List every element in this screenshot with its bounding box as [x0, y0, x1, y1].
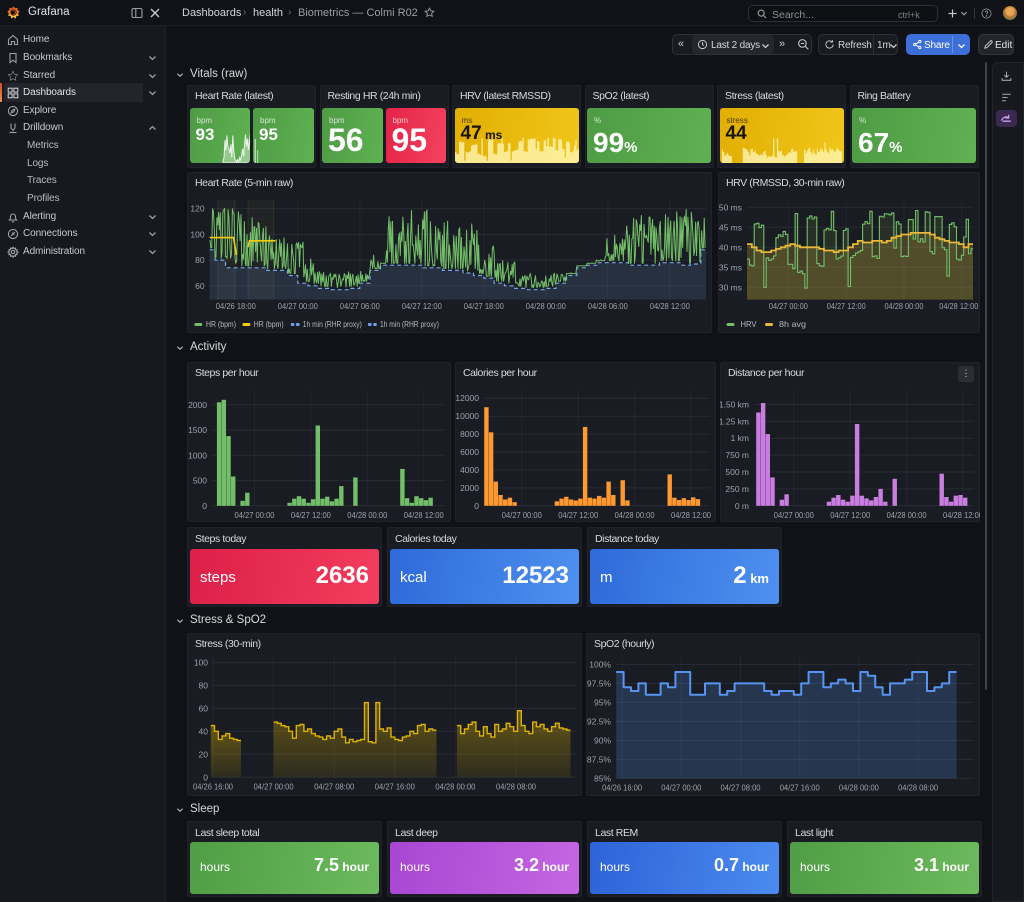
- svg-text:04/28 08:00: 04/28 08:00: [496, 781, 536, 791]
- svg-text:90%: 90%: [594, 735, 611, 745]
- svg-text:8h avg: 8h avg: [779, 319, 806, 329]
- svg-text:97.5%: 97.5%: [587, 678, 612, 688]
- svg-text:04/27 12:00: 04/27 12:00: [558, 510, 598, 520]
- svg-text:60: 60: [199, 703, 209, 713]
- svg-text:12000: 12000: [455, 393, 479, 403]
- svg-text:04/28 12:00: 04/28 12:00: [671, 510, 711, 520]
- svg-text:04/28 00:00: 04/28 00:00: [526, 301, 566, 311]
- svg-text:04/28 00:00: 04/28 00:00: [839, 782, 879, 792]
- svg-text:04/26 16:00: 04/26 16:00: [193, 781, 233, 791]
- svg-text:100%: 100%: [589, 659, 611, 669]
- svg-text:2000: 2000: [460, 483, 479, 493]
- svg-text:40: 40: [199, 726, 209, 736]
- svg-text:04/28 00:00: 04/28 00:00: [435, 781, 475, 791]
- svg-text:04/28 12:00: 04/28 12:00: [650, 301, 690, 311]
- svg-text:04/27 18:00: 04/27 18:00: [464, 301, 504, 311]
- svg-text:04/28 00:00: 04/28 00:00: [887, 510, 927, 520]
- svg-text:04/27 08:00: 04/27 08:00: [314, 781, 354, 791]
- svg-text:04/28 08:00: 04/28 08:00: [898, 782, 938, 792]
- svg-text:04/27 16:00: 04/27 16:00: [375, 781, 415, 791]
- svg-text:04/27 00:00: 04/27 00:00: [254, 781, 294, 791]
- svg-text:04/27 00:00: 04/27 00:00: [278, 301, 318, 311]
- svg-text:04/28 00:00: 04/28 00:00: [347, 510, 387, 520]
- svg-text:120: 120: [190, 204, 204, 214]
- svg-text:04/28 12:00: 04/28 12:00: [404, 510, 444, 520]
- svg-text:35 ms: 35 ms: [719, 262, 742, 272]
- svg-text:04/27 12:00: 04/27 12:00: [827, 301, 866, 311]
- svg-text:1h min (RHR proxy): 1h min (RHR proxy): [303, 319, 362, 329]
- svg-text:HRV: HRV: [741, 319, 757, 329]
- svg-text:04/27 00:00: 04/27 00:00: [769, 301, 808, 311]
- svg-text:1500: 1500: [188, 425, 207, 435]
- svg-text:20: 20: [199, 749, 209, 759]
- svg-text:04/28 00:00: 04/28 00:00: [615, 510, 655, 520]
- svg-text:1.50 km: 1.50 km: [720, 399, 749, 409]
- svg-text:1000: 1000: [188, 450, 207, 460]
- svg-text:04/27 12:00: 04/27 12:00: [830, 510, 870, 520]
- svg-text:04/28 06:00: 04/28 06:00: [588, 301, 628, 311]
- svg-text:80: 80: [199, 680, 209, 690]
- svg-text:30 ms: 30 ms: [719, 282, 742, 292]
- svg-text:04/28 12:00: 04/28 12:00: [939, 301, 978, 311]
- svg-text:04/27 00:00: 04/27 00:00: [235, 510, 275, 520]
- svg-text:HR (bpm): HR (bpm): [254, 319, 284, 329]
- svg-text:6000: 6000: [460, 447, 479, 457]
- svg-text:95%: 95%: [594, 697, 611, 707]
- svg-text:04/27 00:00: 04/27 00:00: [774, 510, 814, 520]
- svg-text:100: 100: [194, 657, 208, 667]
- svg-text:1 km: 1 km: [731, 433, 749, 443]
- svg-text:80: 80: [195, 255, 205, 265]
- svg-text:2000: 2000: [188, 400, 207, 410]
- svg-text:60: 60: [195, 281, 205, 291]
- svg-text:04/28 00:00: 04/28 00:00: [885, 301, 924, 311]
- svg-text:04/28 12:00: 04/28 12:00: [943, 510, 980, 520]
- svg-text:100: 100: [190, 229, 204, 239]
- svg-text:1.25 km: 1.25 km: [720, 416, 749, 426]
- svg-text:04/27 06:00: 04/27 06:00: [340, 301, 380, 311]
- svg-text:HR (bpm): HR (bpm): [206, 319, 236, 329]
- svg-text:8000: 8000: [460, 429, 479, 439]
- svg-text:04/27 00:00: 04/27 00:00: [502, 510, 542, 520]
- svg-text:04/27 12:00: 04/27 12:00: [402, 301, 442, 311]
- svg-text:04/27 00:00: 04/27 00:00: [661, 782, 701, 792]
- svg-text:04/27 08:00: 04/27 08:00: [721, 782, 761, 792]
- svg-text:0: 0: [474, 501, 479, 511]
- svg-text:0 m: 0 m: [735, 501, 749, 511]
- svg-text:50 ms: 50 ms: [719, 202, 742, 212]
- svg-text:40 ms: 40 ms: [719, 242, 742, 252]
- svg-text:500 m: 500 m: [725, 467, 749, 477]
- svg-text:750 m: 750 m: [725, 450, 749, 460]
- svg-text:250 m: 250 m: [725, 484, 749, 494]
- svg-text:0: 0: [202, 501, 207, 511]
- svg-text:04/26 18:00: 04/26 18:00: [216, 301, 256, 311]
- svg-text:4000: 4000: [460, 465, 479, 475]
- svg-text:87.5%: 87.5%: [587, 754, 612, 764]
- svg-text:04/27 12:00: 04/27 12:00: [291, 510, 331, 520]
- svg-text:04/26 16:00: 04/26 16:00: [602, 782, 642, 792]
- svg-text:500: 500: [193, 476, 207, 486]
- svg-text:1h min (RHR proxy): 1h min (RHR proxy): [380, 319, 439, 329]
- svg-text:45 ms: 45 ms: [719, 222, 742, 232]
- svg-text:10000: 10000: [455, 411, 479, 421]
- svg-text:92.5%: 92.5%: [587, 716, 612, 726]
- svg-text:04/27 16:00: 04/27 16:00: [780, 782, 820, 792]
